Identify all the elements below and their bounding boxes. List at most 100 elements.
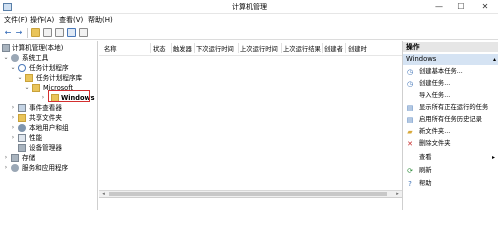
chevron-down-icon[interactable]: ⌄ [10, 63, 16, 73]
action-help[interactable]: ? 帮助 [403, 178, 498, 190]
tree-item-label: 系统工具 [22, 54, 49, 62]
services-icon [11, 164, 19, 172]
show-hide-tree-icon[interactable] [43, 28, 52, 37]
action-new-folder[interactable]: ▰ 新文件夹... [403, 126, 498, 138]
tree-item-task-library[interactable]: ⌄ 任务计划程序库 [17, 73, 97, 83]
view-icon [406, 154, 414, 162]
import-task-icon [406, 92, 414, 100]
tree-item-local-users[interactable]: › 本地用户和组 [10, 123, 97, 133]
tree-item-label: 事件查看器 [29, 104, 62, 112]
window-title: 计算机管理 [232, 3, 267, 11]
tree-item-label: 计算机管理(本地) [12, 44, 64, 52]
chevron-right-icon[interactable]: › [40, 93, 46, 103]
actions-header: 操作 [403, 42, 498, 52]
create-task-icon: ◷ [406, 80, 414, 88]
column-next-run[interactable]: 下次运行时间 [196, 44, 234, 53]
help-icon[interactable] [67, 28, 76, 37]
tree-item-performance[interactable]: › 性能 [10, 133, 97, 143]
column-last-result[interactable]: 上次运行结果 [283, 44, 321, 53]
back-arrow-icon[interactable]: ← [3, 28, 13, 38]
action-view[interactable]: 查看 ▸ [403, 152, 498, 164]
action-label: 查看 [419, 154, 432, 161]
column-divider[interactable] [281, 43, 282, 53]
action-import-task[interactable]: 导入任务... [403, 90, 498, 102]
maximize-button[interactable]: ☐ [450, 0, 472, 14]
column-divider[interactable] [194, 43, 195, 53]
tree-item-label: 服务和应用程序 [22, 164, 69, 172]
action-enable-history[interactable]: ▤ 启用所有任务历史记录 [403, 114, 498, 126]
column-divider[interactable] [150, 43, 151, 53]
chevron-down-icon[interactable]: ⌄ [24, 83, 30, 93]
scroll-thumb[interactable] [109, 192, 387, 196]
folder-icon [25, 74, 33, 82]
forward-arrow-icon[interactable]: → [14, 28, 24, 38]
up-folder-icon[interactable] [31, 28, 40, 37]
column-divider[interactable] [171, 43, 172, 53]
actions-subheader[interactable]: Windows ▴ [403, 54, 498, 65]
task-list-body[interactable] [99, 55, 402, 190]
minimize-button[interactable]: — [428, 0, 450, 14]
column-divider[interactable] [345, 43, 346, 53]
properties-icon[interactable] [55, 28, 64, 37]
column-divider[interactable] [322, 43, 323, 53]
chevron-right-icon[interactable]: › [3, 163, 9, 173]
tree-item-label: 本地用户和组 [29, 124, 69, 132]
horizontal-scrollbar[interactable]: ◂ ▸ [99, 190, 402, 197]
computer-icon [2, 44, 10, 52]
action-delete-folder[interactable]: ✕ 删除文件夹 [403, 138, 498, 150]
clock-icon [18, 64, 26, 72]
column-divider[interactable] [238, 43, 239, 53]
close-button[interactable]: ✕ [474, 0, 496, 14]
chevron-right-icon[interactable]: › [10, 133, 16, 143]
column-triggers[interactable]: 触发器 [173, 44, 192, 53]
action-refresh[interactable]: ⟳ 刷新 [403, 165, 498, 177]
chevron-right-icon[interactable]: › [10, 113, 16, 123]
collapse-icon[interactable]: ▴ [493, 54, 496, 65]
event-icon [18, 104, 26, 112]
refresh-icon: ⟳ [407, 167, 413, 175]
column-status[interactable]: 状态 [153, 44, 166, 53]
action-label: 删除文件夹 [419, 140, 451, 147]
tree-item-computer-management[interactable]: 计算机管理(本地) [2, 43, 97, 53]
performance-icon [18, 134, 26, 142]
tree-item-task-scheduler[interactable]: ⌄ 任务计划程序 [10, 63, 97, 73]
export-list-icon[interactable] [79, 28, 88, 37]
selection-highlight [48, 90, 90, 102]
menu-help[interactable]: 帮助(H) [88, 15, 113, 25]
action-create-task[interactable]: ◷ 创建任务... [403, 78, 498, 90]
chevron-down-icon[interactable]: ⌄ [17, 73, 23, 83]
action-label: 创建基本任务... [419, 68, 463, 75]
action-label: 显示所有正在运行的任务 [419, 104, 489, 111]
action-show-running-tasks[interactable]: ▤ 显示所有正在运行的任务 [403, 102, 498, 114]
column-name[interactable]: 名称 [104, 44, 117, 53]
chevron-right-icon[interactable]: › [10, 123, 16, 133]
storage-icon [11, 154, 19, 162]
chevron-right-icon[interactable]: › [10, 103, 16, 113]
action-create-basic-task[interactable]: ◷ 创建基本任务... [403, 66, 498, 78]
computer-management-icon [3, 3, 12, 11]
tree-item-system-tools[interactable]: ⌄ 系统工具 [3, 53, 97, 63]
tree-item-label: 设备管理器 [29, 144, 62, 152]
tree-item-label: 任务计划程序 [29, 64, 69, 72]
menu-file[interactable]: 文件(F) [4, 15, 28, 25]
tree-item-storage[interactable]: › 存储 [3, 153, 97, 163]
action-label: 导入任务... [419, 92, 451, 99]
column-created[interactable]: 创建时 [348, 44, 367, 53]
chevron-down-icon[interactable]: ⌄ [3, 53, 9, 63]
shared-folder-icon [18, 114, 26, 122]
column-last-run[interactable]: 上次运行时间 [240, 44, 278, 53]
create-basic-task-icon: ◷ [406, 68, 414, 76]
menu-view[interactable]: 查看(V) [59, 15, 83, 25]
task-details-pane[interactable] [99, 197, 402, 210]
action-label: 帮助 [419, 180, 432, 187]
menu-action[interactable]: 操作(A) [30, 15, 54, 25]
tree-item-services-apps[interactable]: › 服务和应用程序 [3, 163, 97, 173]
actions-subheader-label: Windows [406, 55, 437, 63]
submenu-arrow-icon[interactable]: ▸ [492, 152, 495, 164]
tree-item-shared-folders[interactable]: › 共享文件夹 [10, 113, 97, 123]
column-author[interactable]: 创建者 [324, 44, 343, 53]
tree-item-device-manager[interactable]: 设备管理器 [10, 143, 97, 153]
chevron-right-icon[interactable]: › [3, 153, 9, 163]
tree-item-event-viewer[interactable]: › 事件查看器 [10, 103, 97, 113]
